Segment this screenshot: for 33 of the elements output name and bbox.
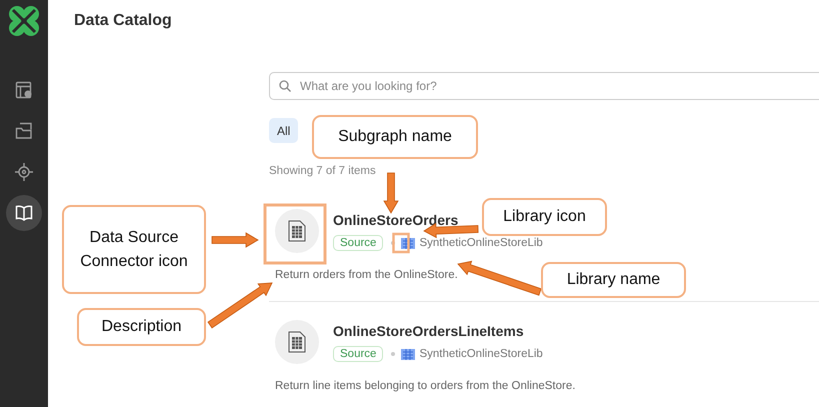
target-icon xyxy=(15,163,33,181)
page-title: Data Catalog xyxy=(74,11,172,31)
highlight-frame xyxy=(392,232,410,254)
callout-arrow xyxy=(383,172,399,214)
source-badge: Source xyxy=(333,346,384,362)
callout-label: Data Source Connector icon xyxy=(62,205,206,294)
item-name[interactable]: OnlineStoreOrders xyxy=(333,212,458,228)
library-name: SyntheticOnlineStoreLib xyxy=(419,348,543,360)
library-name: SyntheticOnlineStoreLib xyxy=(419,237,543,249)
table-icon xyxy=(15,81,33,99)
search-field[interactable]: What are you looking for? xyxy=(269,72,819,100)
item-name[interactable]: OnlineStoreOrdersLineItems xyxy=(333,323,524,339)
highlight-frame xyxy=(264,204,326,264)
table-document-icon xyxy=(288,220,306,242)
callout-arrow xyxy=(212,232,259,248)
book-icon xyxy=(15,204,33,222)
callout-label: Description xyxy=(77,308,206,346)
callout-label: Library name xyxy=(541,262,686,298)
callout-label: Subgraph name xyxy=(312,115,478,159)
table-document-icon xyxy=(288,331,306,353)
filter-chip[interactable]: All xyxy=(269,118,298,143)
search-icon xyxy=(279,80,291,92)
sidebar-item[interactable] xyxy=(6,195,42,231)
item-description: Return orders from the OnlineStore. xyxy=(275,268,458,283)
clover-logo xyxy=(7,4,41,38)
folder-icon xyxy=(15,122,33,140)
item-description: Return line items belonging to orders from the OnlineStore. xyxy=(275,379,576,394)
callout-arrow xyxy=(207,282,273,328)
result-count: Showing 7 of 7 items xyxy=(269,164,376,179)
callout-label: Library icon xyxy=(482,198,607,236)
source-badge: Source xyxy=(333,235,384,251)
separator-dot xyxy=(391,352,396,356)
library-icon xyxy=(401,348,416,360)
